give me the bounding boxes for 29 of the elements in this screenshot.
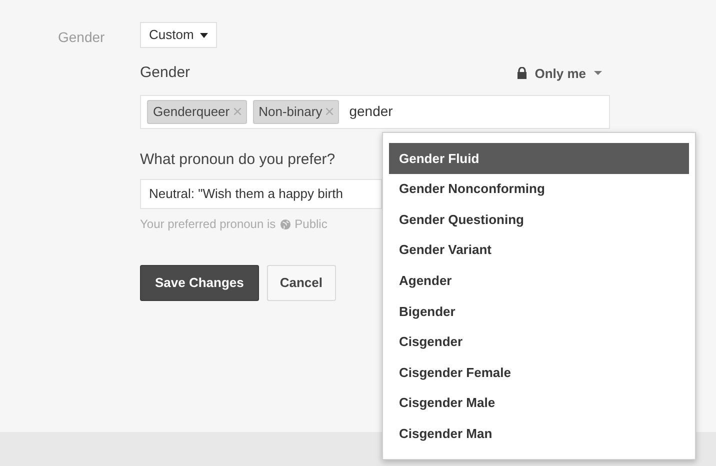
pronoun-question: What pronoun do you prefer?	[140, 150, 336, 170]
suggestion-item[interactable]: Gender Variant	[389, 234, 689, 266]
gender-label: Gender	[140, 63, 190, 83]
field-label: Gender	[58, 29, 105, 45]
suggestion-item[interactable]: Cisgender Male	[389, 388, 689, 418]
suggestion-item[interactable]: Agender	[389, 265, 689, 296]
remove-icon[interactable]	[326, 108, 334, 115]
gender-token[interactable]: Genderqueer	[147, 100, 247, 124]
audience-selector[interactable]: Only me	[516, 64, 602, 83]
gender-token-field[interactable]: Genderqueer Non-binary gender	[140, 94, 610, 128]
lock-icon	[516, 67, 527, 80]
input-field[interactable]: gender	[349, 101, 470, 122]
gender-token[interactable]: Non-binary	[252, 100, 340, 124]
pronoun-select[interactable]: Neutral: "Wish them a happy birth	[140, 179, 382, 209]
suggestion-item[interactable]: Cisgender Female	[389, 357, 689, 388]
suggestion-item[interactable]: Gender Questioning	[389, 204, 689, 235]
remove-icon[interactable]	[234, 108, 241, 115]
suggestion-item[interactable]: Cisgender	[389, 326, 689, 358]
suggestion-item[interactable]: Cisgender Man	[389, 418, 689, 449]
suggestion-item[interactable]: Gender Nonconforming	[389, 174, 689, 204]
caret-icon	[200, 32, 208, 38]
globe-icon	[280, 218, 291, 230]
gender-select[interactable]: Custom	[140, 22, 217, 48]
suggestion-item[interactable]: Bigender	[389, 296, 689, 327]
cancel-button[interactable]: Cancel	[266, 265, 336, 301]
save-button[interactable]: Save Changes	[140, 265, 259, 301]
pronoun-note: Your preferred pronoun is	[140, 216, 276, 233]
caret-icon	[594, 71, 602, 76]
suggestion-item[interactable]: Gender Fluid	[389, 143, 689, 174]
